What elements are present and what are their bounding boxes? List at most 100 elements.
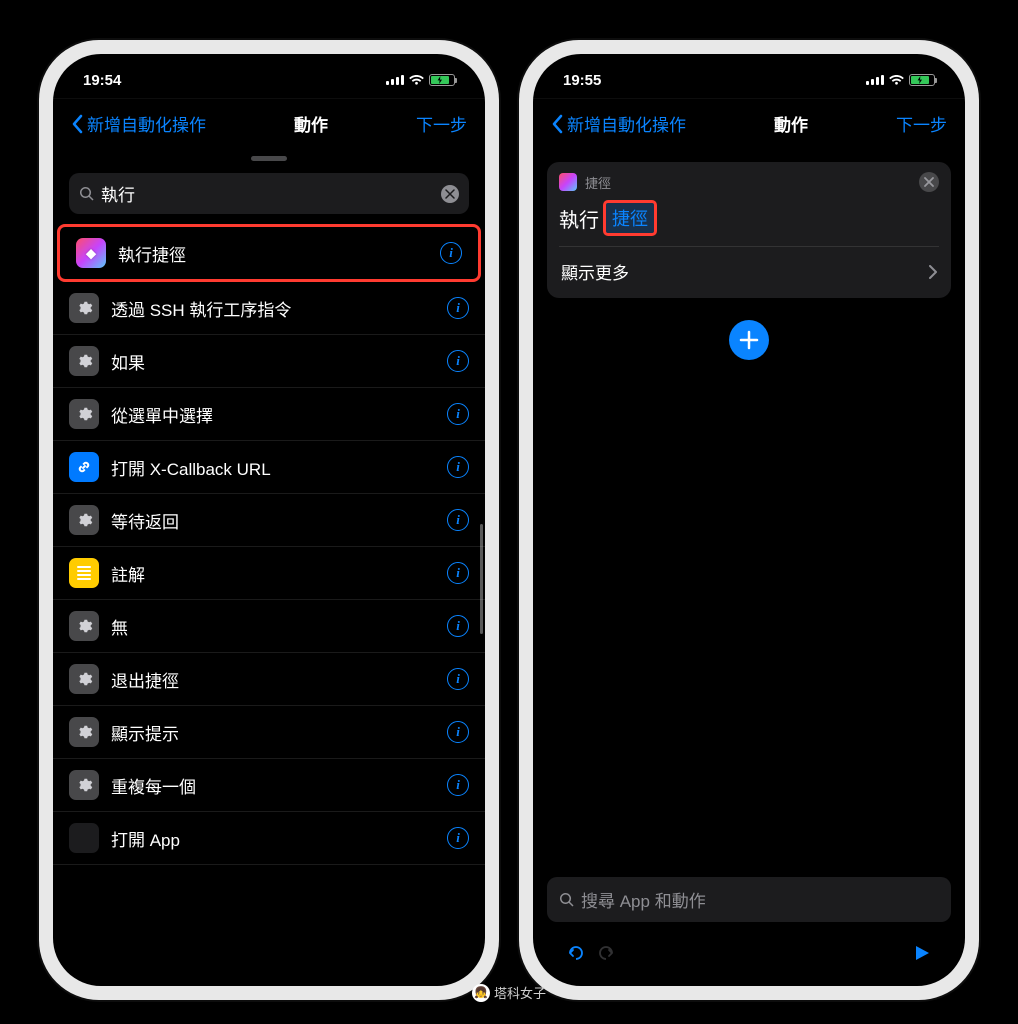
cellular-signal-icon [866,75,884,85]
remove-action-button[interactable] [919,172,939,192]
undo-icon [565,942,587,964]
screen-left: 19:54 新增自動化操作 動作 下一步 執行 ⬥執行捷徑i透過 SSH 執行工… [53,54,485,986]
nav-bar: 新增自動化操作 動作 下一步 [53,98,485,148]
gear-icon [69,293,99,323]
action-row[interactable]: 如果i [53,335,485,388]
notch [179,54,359,82]
status-icons [386,74,455,86]
gear-icon [69,505,99,535]
gear-icon [69,611,99,641]
action-row[interactable]: 等待返回i [53,494,485,547]
action-info-button[interactable]: i [447,827,469,849]
note-icon [69,558,99,588]
action-row[interactable]: ⬥ 執行捷徑i [57,224,481,282]
run-label: 執行 [559,204,599,233]
link-icon [69,452,99,482]
action-label: 註解 [111,561,447,586]
card-app-label: 捷徑 [585,173,611,192]
clear-search-button[interactable] [441,185,459,203]
action-label: 如果 [111,349,447,374]
action-info-button[interactable]: i [447,721,469,743]
action-info-button[interactable]: i [440,242,462,264]
action-row[interactable]: 從選單中選擇i [53,388,485,441]
nav-back-button[interactable]: 新增自動化操作 [71,111,206,136]
close-icon [924,177,934,187]
search-icon [79,186,95,202]
action-info-button[interactable]: i [447,403,469,425]
action-label: 顯示提示 [111,720,447,745]
search-apps-actions-field[interactable]: 搜尋 App 和動作 [547,877,951,922]
action-label: 退出捷徑 [111,667,447,692]
action-label: 從選單中選擇 [111,402,447,427]
action-info-button[interactable]: i [447,615,469,637]
action-row[interactable]: 打開 Appi [53,812,485,865]
nav-next-button[interactable]: 下一步 [416,111,467,136]
search-icon [559,892,575,908]
nav-title: 動作 [294,111,328,136]
sheet-grabber[interactable] [251,156,287,161]
run-button[interactable] [907,938,937,968]
undo-button[interactable] [561,938,591,968]
chevron-left-icon [551,114,563,134]
action-row[interactable]: 透過 SSH 執行工序指令i [53,282,485,335]
action-info-button[interactable]: i [447,350,469,372]
nav-back-button[interactable]: 新增自動化操作 [551,111,686,136]
search-placeholder: 搜尋 App 和動作 [581,887,939,912]
action-row[interactable]: 退出捷徑i [53,653,485,706]
gear-icon [69,717,99,747]
scrollbar[interactable] [480,524,483,634]
status-time: 19:55 [563,72,601,89]
run-shortcut-action-card[interactable]: 捷徑 執行 捷徑 顯示更多 [547,162,951,298]
wifi-icon [889,75,904,86]
show-more-label: 顯示更多 [561,259,629,284]
chevron-left-icon [71,114,83,134]
phone-right: 19:55 新增自動化操作 動作 下一步 捷徑 [519,40,979,1000]
status-time: 19:54 [83,72,121,89]
redo-icon [595,942,617,964]
phone-left: 19:54 新增自動化操作 動作 下一步 執行 ⬥執行捷徑i透過 SSH 執行工… [39,40,499,1000]
action-info-button[interactable]: i [447,297,469,319]
close-icon [445,189,455,199]
redo-button[interactable] [591,938,621,968]
action-row[interactable]: 重複每一個i [53,759,485,812]
gear-icon [69,664,99,694]
action-label: 等待返回 [111,508,447,533]
action-row[interactable]: 打開 X-Callback URLi [53,441,485,494]
cellular-signal-icon [386,75,404,85]
action-info-button[interactable]: i [447,668,469,690]
action-info-button[interactable]: i [447,509,469,531]
search-value: 執行 [101,181,441,206]
play-icon [913,944,931,962]
shortcuts-app-icon [559,173,577,191]
show-more-row[interactable]: 顯示更多 [559,246,939,298]
action-info-button[interactable]: i [447,562,469,584]
action-row[interactable]: 註解i [53,547,485,600]
chevron-right-icon [929,265,937,279]
search-field[interactable]: 執行 [69,173,469,214]
action-label: 執行捷徑 [118,241,440,266]
watermark: 👧 塔科女子 [472,983,546,1002]
action-row[interactable]: 無i [53,600,485,653]
action-label: 無 [111,614,447,639]
screen-right: 19:55 新增自動化操作 動作 下一步 捷徑 [533,54,965,986]
action-label: 打開 App [111,826,447,851]
nav-next-button[interactable]: 下一步 [896,111,947,136]
add-action-button[interactable] [729,320,769,360]
shortcut-parameter-token[interactable]: 捷徑 [603,200,657,236]
battery-charging-icon [429,74,455,86]
action-info-button[interactable]: i [447,456,469,478]
battery-charging-icon [909,74,935,86]
nav-bar: 新增自動化操作 動作 下一步 [533,98,965,148]
plus-icon [738,329,760,351]
notch [659,54,839,82]
nav-title: 動作 [774,111,808,136]
action-label: 打開 X-Callback URL [111,455,447,480]
watermark-icon: 👧 [472,984,490,1002]
action-row[interactable]: 顯示提示i [53,706,485,759]
gear-icon [69,399,99,429]
bottom-toolbar [533,930,965,986]
action-list[interactable]: ⬥執行捷徑i透過 SSH 執行工序指令i如果i從選單中選擇i打開 X-Callb… [53,224,485,986]
action-info-button[interactable]: i [447,774,469,796]
shortcuts-app-icon: ⬥ [76,238,106,268]
gear-icon [69,346,99,376]
